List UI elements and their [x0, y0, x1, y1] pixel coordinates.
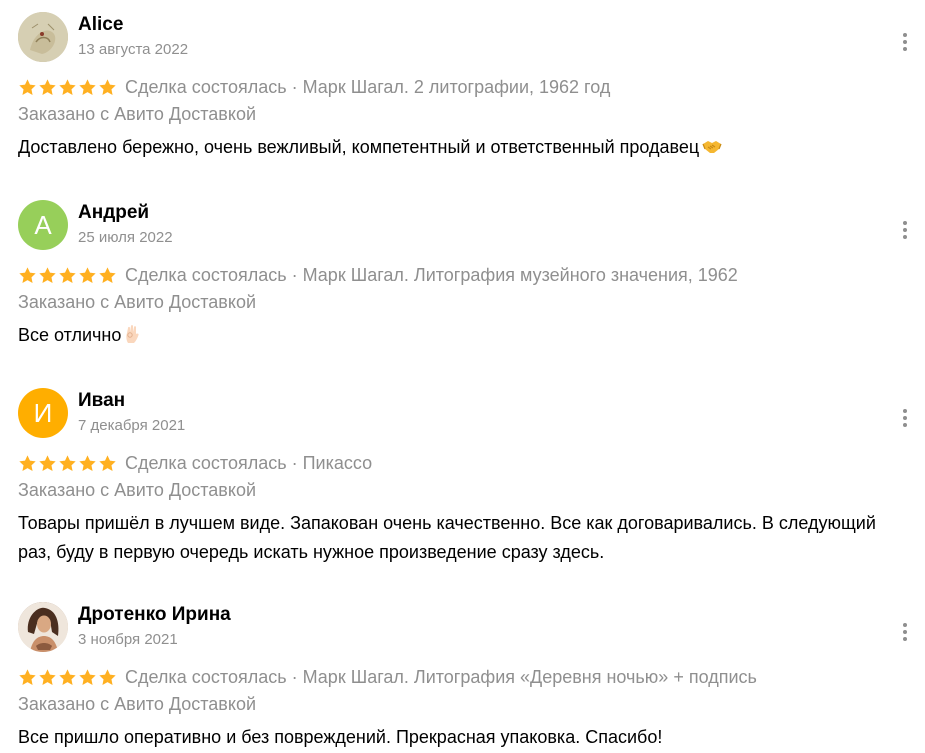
star-icon: [99, 266, 116, 283]
reviewer-name[interactable]: Иван: [78, 390, 125, 412]
review-text-content: Доставлено бережно, очень вежливый, комп…: [18, 137, 700, 157]
star-icon: [99, 668, 116, 685]
reviewer-name[interactable]: Alice: [78, 14, 123, 36]
avatar-letter: А: [34, 209, 52, 240]
delivery-info: Заказано с Авито Доставкой: [18, 480, 257, 500]
review-text: Все отлично: [18, 321, 878, 350]
star-icon: [39, 454, 56, 471]
star-icon: [99, 78, 116, 95]
deal-info: Сделка состоялась · Марк Шагал. Литограф…: [125, 264, 738, 285]
star-icon: [39, 266, 56, 283]
rating-stars: [18, 266, 117, 285]
star-icon: [59, 78, 76, 95]
review-date: 7 декабря 2021: [78, 417, 186, 434]
star-icon: [19, 266, 36, 283]
star-icon: [79, 78, 96, 95]
star-icon: [39, 668, 56, 685]
delivery-info: Заказано с Авито Доставкой: [18, 104, 257, 124]
star-icon: [19, 78, 36, 95]
rating-stars: [18, 78, 117, 97]
star-icon: [19, 668, 36, 685]
more-options-icon[interactable]: [895, 218, 915, 242]
review-text-content: Все отлично: [18, 325, 122, 345]
review-date: 3 ноября 2021: [78, 631, 178, 648]
star-icon: [59, 668, 76, 685]
avatar[interactable]: А: [18, 200, 68, 250]
deal-info: Сделка состоялась · Марк Шагал. Литограф…: [125, 666, 757, 687]
star-icon: [99, 454, 116, 471]
review-text: Все пришло оперативно и без повреждений.…: [18, 723, 878, 752]
rating-line: Сделка состоялась · Марк Шагал. Литограф…: [18, 262, 738, 288]
handshake-icon: [702, 141, 722, 153]
user-photo-icon: [18, 12, 68, 62]
star-icon: [59, 454, 76, 471]
avatar[interactable]: И: [18, 388, 68, 438]
avatar-letter: И: [33, 397, 53, 428]
review-text-content: Все пришло оперативно и без повреждений.…: [18, 727, 663, 747]
star-icon: [19, 454, 36, 471]
star-icon: [39, 78, 56, 95]
ok-hand-icon: [126, 325, 139, 343]
delivery-info: Заказано с Авито Доставкой: [18, 694, 257, 714]
user-photo-icon: [18, 602, 68, 652]
star-icon: [79, 454, 96, 471]
more-options-icon[interactable]: [895, 30, 915, 54]
rating-stars: [18, 454, 117, 473]
deal-info: Сделка состоялась · Пикассо: [125, 452, 373, 473]
review-date: 13 августа 2022: [78, 41, 189, 58]
reviewer-name[interactable]: Дротенко Ирина: [78, 604, 231, 626]
more-options-icon[interactable]: [895, 406, 915, 430]
star-icon: [59, 266, 76, 283]
star-icon: [79, 668, 96, 685]
review-text: Доставлено бережно, очень вежливый, комп…: [18, 133, 878, 162]
delivery-info: Заказано с Авито Доставкой: [18, 292, 257, 312]
review-text-content: Товары пришёл в лучшем виде. Запакован о…: [18, 513, 876, 562]
review-date: 25 июля 2022: [78, 229, 173, 246]
reviewer-name[interactable]: Андрей: [78, 202, 149, 224]
rating-line: Сделка состоялась · Марк Шагал. 2 литогр…: [18, 74, 610, 100]
avatar[interactable]: [18, 602, 68, 652]
rating-stars: [18, 668, 117, 687]
rating-line: Сделка состоялась · Марк Шагал. Литограф…: [18, 664, 757, 690]
star-icon: [79, 266, 96, 283]
more-options-icon[interactable]: [895, 620, 915, 644]
deal-info: Сделка состоялась · Марк Шагал. 2 литогр…: [125, 76, 611, 97]
review-text: Товары пришёл в лучшем виде. Запакован о…: [18, 509, 878, 567]
rating-line: Сделка состоялась · Пикассо: [18, 450, 372, 476]
avatar[interactable]: [18, 12, 68, 62]
